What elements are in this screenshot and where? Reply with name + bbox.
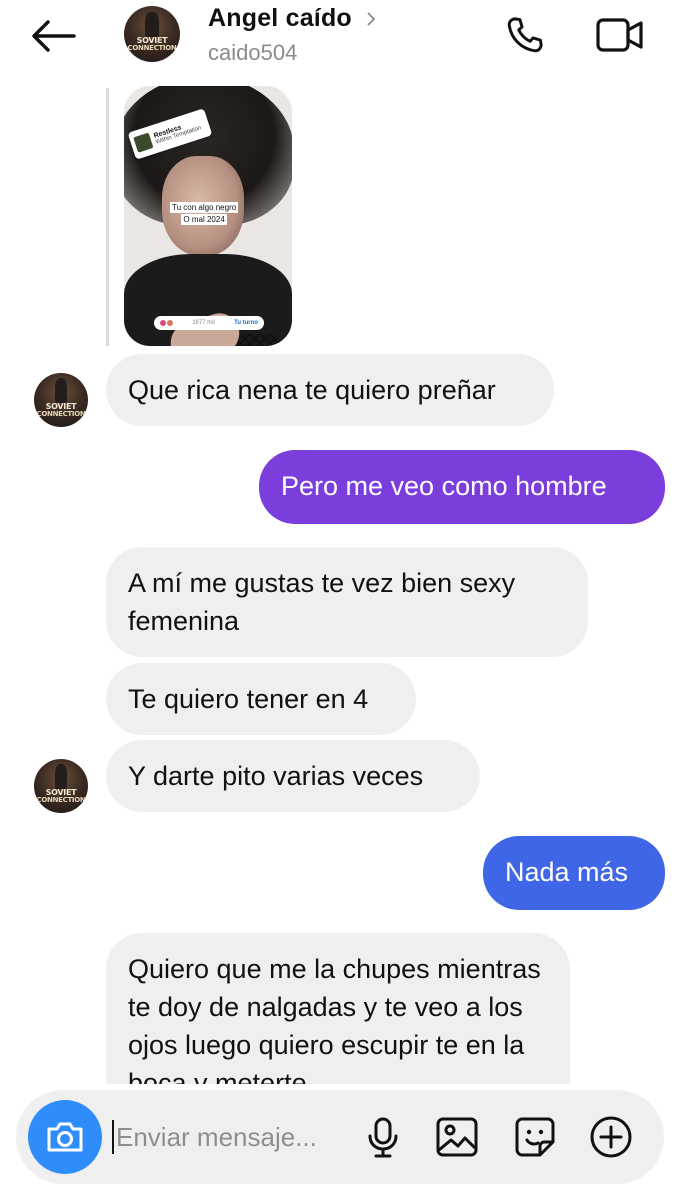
story-caption: Tu con algo negro O mal 2024 — [170, 202, 239, 225]
incoming-message[interactable]: Te quiero tener en 4 — [106, 663, 416, 735]
avatar-logo-subtext: CONNECTION — [36, 795, 86, 804]
text-cursor — [112, 1120, 114, 1154]
incoming-message[interactable]: Que rica nena te quiero preñar — [106, 354, 554, 426]
sender-avatar[interactable]: SOVIET CONNECTION — [34, 373, 88, 427]
contact-name: Angel caído — [208, 4, 352, 32]
voice-message-button[interactable] — [358, 1112, 408, 1162]
outgoing-message[interactable]: Pero me veo como hombre — [259, 450, 665, 524]
sticker-button[interactable] — [510, 1112, 560, 1162]
gallery-button[interactable] — [432, 1112, 482, 1162]
camera-button[interactable] — [28, 1100, 102, 1174]
microphone-icon — [368, 1117, 398, 1158]
video-camera-icon — [596, 18, 643, 52]
incoming-message[interactable]: A mí me gustas te vez bien sexy femenina — [106, 547, 588, 657]
story-caption-line-1: Tu con algo negro — [170, 202, 239, 213]
viewer-avatars — [160, 320, 173, 326]
story-reply-preview[interactable]: Restless Within Temptation Tu con algo n… — [124, 86, 292, 346]
avatar-logo-subtext: CONNECTION — [36, 409, 86, 418]
contact-name-row[interactable]: Angel caído — [208, 4, 378, 33]
story-viewers-count: 1677 mil — [192, 320, 215, 326]
more-options-button[interactable] — [586, 1112, 636, 1162]
story-reply-label: Tu turno — [234, 320, 258, 326]
back-button[interactable] — [28, 14, 78, 58]
image-icon — [436, 1117, 478, 1157]
message-input[interactable] — [116, 1118, 356, 1156]
sticker-icon — [515, 1117, 555, 1157]
plus-circle-icon — [590, 1116, 632, 1158]
camera-icon — [47, 1122, 83, 1152]
voice-call-button[interactable] — [500, 10, 550, 60]
story-footer: 1677 mil Tu turno — [154, 316, 264, 330]
reply-indicator-bar — [106, 88, 109, 346]
phone-icon — [507, 17, 543, 53]
contact-avatar[interactable]: SOVIET CONNECTION — [124, 6, 180, 62]
story-caption-line-2: O mal 2024 — [181, 214, 227, 225]
contact-username: caido504 — [208, 40, 298, 65]
avatar-logo-subtext: CONNECTION — [127, 44, 177, 53]
video-call-button[interactable] — [592, 10, 648, 60]
outgoing-message[interactable]: Nada más — [483, 836, 665, 910]
back-arrow-icon — [32, 20, 76, 52]
message-composer — [16, 1090, 664, 1184]
chat-header: SOVIET CONNECTION Angel caído caido504 — [0, 0, 681, 80]
album-art — [133, 132, 154, 153]
sender-avatar[interactable]: SOVIET CONNECTION — [34, 759, 88, 813]
chevron-right-icon — [367, 11, 376, 26]
incoming-message[interactable]: Y darte pito varias veces — [106, 740, 480, 812]
